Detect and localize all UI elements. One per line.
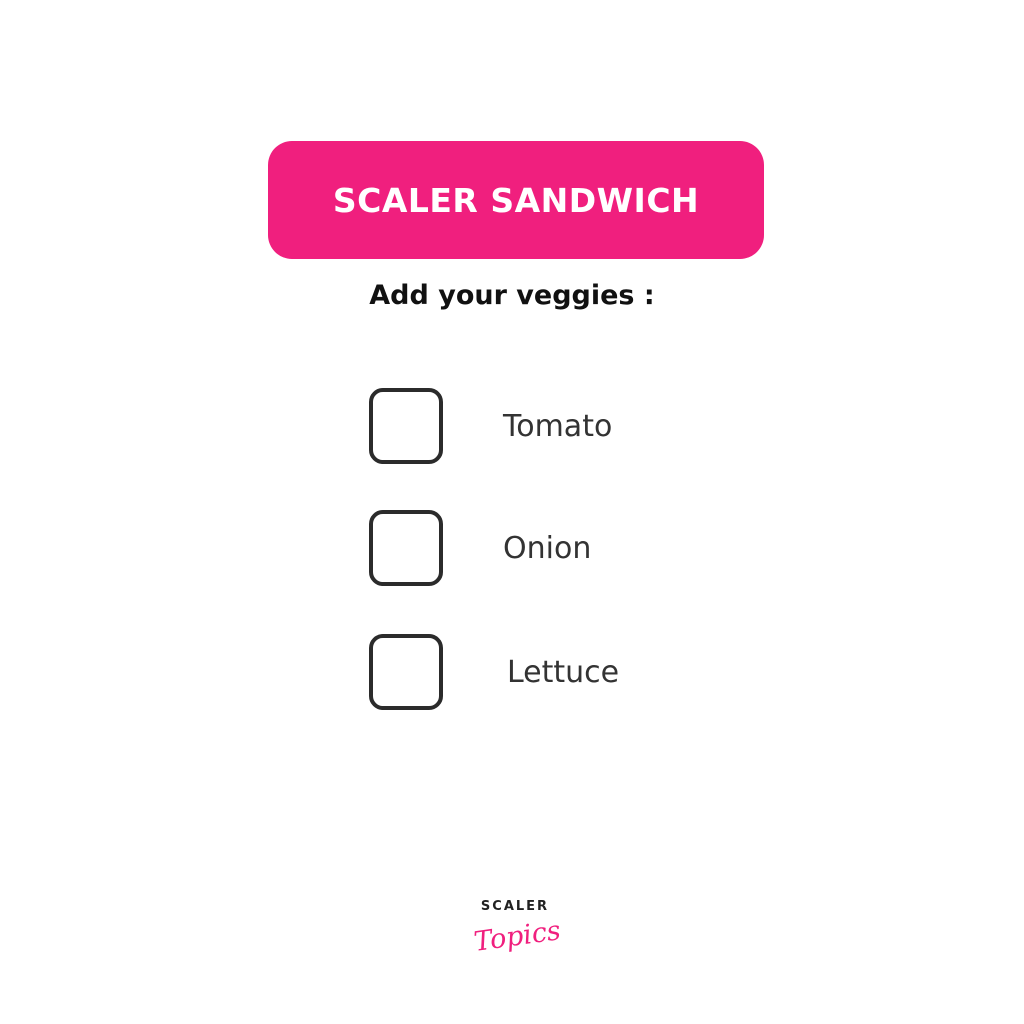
veggies-prompt: Add your veggies : bbox=[369, 280, 655, 311]
option-lettuce[interactable]: Lettuce bbox=[369, 634, 619, 710]
onion-checkbox[interactable] bbox=[369, 510, 443, 586]
option-tomato[interactable]: Tomato bbox=[369, 388, 612, 464]
lettuce-checkbox[interactable] bbox=[369, 634, 443, 710]
tomato-checkbox[interactable] bbox=[369, 388, 443, 464]
title-banner: SCALER SANDWICH bbox=[268, 141, 764, 259]
lettuce-label: Lettuce bbox=[507, 654, 620, 690]
page-title: SCALER SANDWICH bbox=[332, 180, 700, 220]
tomato-label: Tomato bbox=[503, 408, 613, 444]
page: SCALER SANDWICH Add your veggies : Tomat… bbox=[0, 0, 1024, 1024]
svg-text:SCALER: SCALER bbox=[481, 899, 549, 914]
option-onion[interactable]: Onion bbox=[369, 510, 591, 586]
scaler-topics-logo: SCALER Topics bbox=[472, 899, 563, 958]
onion-label: Onion bbox=[503, 530, 592, 566]
svg-text:Topics: Topics bbox=[472, 915, 563, 958]
